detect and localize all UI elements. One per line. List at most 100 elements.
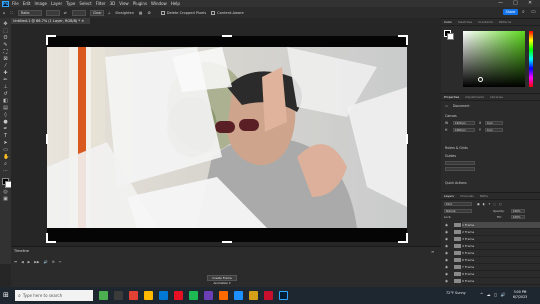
tab-libraries[interactable]: Libraries: [487, 95, 506, 99]
layer-item[interactable]: ◉ 1 Frame: [445, 222, 540, 229]
previous-frame-icon[interactable]: ◀: [21, 260, 24, 264]
menu-help[interactable]: Help: [171, 1, 180, 6]
straighten-label[interactable]: Straighten: [115, 11, 134, 15]
play-icon[interactable]: ▶: [28, 260, 31, 264]
menu-window[interactable]: Window: [151, 1, 167, 6]
gradient-tool-icon[interactable]: ▤: [3, 106, 8, 111]
workspace-icon[interactable]: ▭: [531, 9, 536, 15]
home-icon[interactable]: ⌂: [3, 11, 5, 15]
move-tool-icon[interactable]: ✥: [3, 22, 8, 27]
menu-3d[interactable]: 3D: [110, 1, 116, 6]
photoshop-taskbar-icon[interactable]: [279, 291, 288, 300]
audio-icon[interactable]: 🔊: [44, 260, 48, 264]
system-tray-icons[interactable]: ^ ☁ ◻ 🔊: [480, 292, 506, 297]
menu-edit[interactable]: Edit: [23, 1, 31, 6]
ratio-select[interactable]: Ratio: [17, 9, 42, 16]
taskbar-app-icon[interactable]: [159, 291, 168, 300]
content-aware-checkbox[interactable]: [211, 10, 216, 15]
layer-item[interactable]: ◉ 9 Frame: [445, 278, 540, 285]
tab-channels[interactable]: Channels: [457, 194, 477, 198]
straighten-icon[interactable]: ⟂: [108, 11, 110, 15]
marquee-tool-icon[interactable]: ⬚: [3, 29, 8, 34]
task-view-icon[interactable]: [114, 291, 123, 300]
blur-tool-icon[interactable]: ◊: [3, 113, 8, 118]
tab-adjustments[interactable]: Adjustments: [462, 95, 487, 99]
delete-cropped-checkbox[interactable]: [160, 10, 165, 15]
crop-handle-top[interactable]: [222, 35, 232, 37]
clear-button[interactable]: Clear: [89, 9, 104, 16]
layer-item[interactable]: ◉ 4 Frame: [445, 243, 540, 250]
more-tools-icon[interactable]: ⋯: [3, 169, 8, 174]
taskbar-app-icon[interactable]: [264, 291, 273, 300]
canvas-y-input[interactable]: 0 px: [485, 128, 503, 132]
close-window-button[interactable]: ✕: [528, 0, 532, 6]
tab-color[interactable]: Color: [441, 20, 455, 24]
crop-tool-icon[interactable]: ⛶: [10, 11, 13, 15]
layer-kind-filter[interactable]: Kind: [444, 202, 472, 206]
taskbar-app-icon[interactable]: [219, 291, 228, 300]
crop-handle-bottom-right-v[interactable]: [406, 233, 408, 243]
visibility-eye-icon[interactable]: ◉: [445, 264, 448, 270]
taskbar-clock[interactable]: 3:00 PM 6/7/2023: [508, 290, 532, 300]
menu-filter[interactable]: Filter: [96, 1, 106, 6]
split-icon[interactable]: ✂: [59, 260, 62, 264]
tab-properties[interactable]: Properties: [441, 95, 462, 99]
crop-handle-bottom[interactable]: [222, 241, 232, 243]
menu-plugins[interactable]: Plugins: [133, 1, 147, 6]
layer-item[interactable]: ◉ 6 Frame: [445, 257, 540, 264]
hand-tool-icon[interactable]: ✋: [3, 155, 9, 160]
frame-tool-icon[interactable]: ⊠: [3, 57, 8, 62]
ratio-width-input[interactable]: [45, 9, 60, 16]
weather-widget[interactable]: 72°F Sunny: [446, 291, 466, 295]
color-picker-cursor[interactable]: [478, 77, 483, 82]
taskbar-search-box[interactable]: ⌕ Type here to search: [15, 290, 93, 301]
visibility-eye-icon[interactable]: ◉: [445, 278, 448, 284]
settings-gear-icon[interactable]: ⚙: [147, 11, 150, 15]
layer-item[interactable]: ◉ 8 Frame: [445, 271, 540, 278]
pen-tool-icon[interactable]: ✒: [3, 127, 8, 132]
create-frame-animation-button[interactable]: Create Frame Animation ▾: [207, 275, 237, 285]
tab-paths[interactable]: Paths: [477, 194, 491, 198]
quick-select-tool-icon[interactable]: ✎: [3, 43, 8, 48]
crop-tool-icon[interactable]: ⛶: [3, 50, 8, 55]
canvas-width-input[interactable]: 1920 px: [453, 121, 475, 125]
crop-handle-left[interactable]: [46, 134, 48, 144]
settings-icon[interactable]: ⚙: [52, 260, 55, 264]
crop-handle-top-left-v[interactable]: [46, 35, 48, 45]
eyedropper-tool-icon[interactable]: ⁄: [3, 64, 8, 69]
blend-mode-select[interactable]: Normal: [444, 209, 472, 213]
visibility-eye-icon[interactable]: ◉: [445, 257, 448, 263]
first-frame-icon[interactable]: ⏮: [14, 260, 17, 264]
menu-file[interactable]: File: [12, 1, 19, 6]
visibility-eye-icon[interactable]: ◉: [445, 243, 448, 249]
color-picker-field[interactable]: [463, 31, 525, 87]
ratio-height-input[interactable]: [71, 9, 86, 16]
tab-patterns[interactable]: Patterns: [496, 20, 514, 24]
rulers-grids-label[interactable]: Rulers & Grids: [445, 146, 468, 150]
history-brush-icon[interactable]: ↺: [3, 92, 8, 97]
swap-icon[interactable]: ⇄: [64, 11, 67, 15]
rectangle-tool-icon[interactable]: ▭: [3, 148, 8, 153]
guides-label[interactable]: Guides: [445, 154, 456, 158]
layer-item[interactable]: ◉ 5 Frame: [445, 250, 540, 257]
layer-item[interactable]: ◉ 3 Frame: [445, 236, 540, 243]
taskbar-app-icon[interactable]: [99, 291, 108, 300]
dodge-tool-icon[interactable]: ●: [3, 120, 8, 125]
tab-layers[interactable]: Layers: [441, 194, 457, 198]
maximize-button[interactable]: □: [513, 0, 518, 6]
minimize-button[interactable]: —: [498, 0, 503, 6]
panel-menu-icon[interactable]: ≡: [431, 249, 434, 254]
opacity-input[interactable]: 100%: [511, 209, 525, 213]
visibility-eye-icon[interactable]: ◉: [445, 222, 448, 228]
share-button[interactable]: Share: [503, 9, 518, 15]
taskbar-app-icon[interactable]: [189, 291, 198, 300]
hue-slider[interactable]: [529, 31, 533, 87]
menu-layer[interactable]: Layer: [51, 1, 62, 6]
grid-input[interactable]: [445, 161, 475, 165]
crop-handle-top-right-v[interactable]: [406, 35, 408, 45]
layer-item[interactable]: ◉ 7 Frame: [445, 264, 540, 271]
visibility-eye-icon[interactable]: ◉: [445, 250, 448, 256]
canvas-x-input[interactable]: 0 px: [485, 121, 503, 125]
search-icon[interactable]: ⌕: [522, 9, 525, 15]
crop-handle-bottom-left-v[interactable]: [46, 233, 48, 243]
